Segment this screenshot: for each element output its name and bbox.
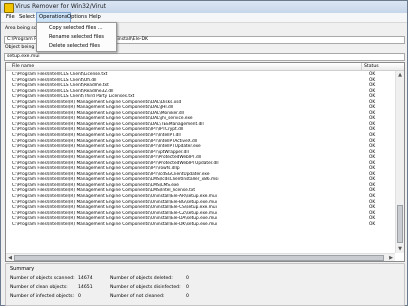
scroll-right-arrow-icon[interactable]: ▶	[387, 254, 395, 261]
infected-label: Number of infected objects:	[10, 294, 75, 299]
column-header-status[interactable]: Status	[364, 64, 379, 69]
scroll-left-arrow-icon[interactable]: ◀	[6, 254, 14, 261]
menu-help[interactable]: Help	[87, 13, 103, 22]
notcleaned-value: 0	[186, 294, 189, 299]
status-cell: OK	[369, 221, 376, 227]
deleted-value: 0	[186, 276, 189, 281]
scroll-up-arrow-icon[interactable]: ▲	[396, 71, 404, 79]
menu-select[interactable]: Select	[17, 13, 37, 22]
column-divider[interactable]	[361, 63, 362, 70]
object-value: setup.exe.mui	[7, 54, 40, 59]
object-field: setup.exe.mui	[4, 53, 405, 61]
scanned-label: Number of objects scanned:	[10, 276, 75, 281]
scroll-down-arrow-icon[interactable]: ▼	[396, 245, 404, 253]
disinfected-value: 0	[186, 285, 189, 290]
summary-title: Summary	[10, 266, 35, 272]
menu-copy-selected[interactable]: Copy selected files ...	[49, 24, 103, 32]
file-list[interactable]: File name Status C:\Program Files\Intel\…	[5, 62, 405, 262]
column-header-file[interactable]: File name	[12, 64, 34, 69]
menu-options[interactable]: Options	[65, 13, 89, 22]
horizontal-scroll-thumb[interactable]	[14, 255, 384, 261]
vertical-scroll-thumb[interactable]	[397, 205, 403, 243]
app-window: Virus Remover for Win32/Virut File Selec…	[0, 0, 408, 306]
menu-file[interactable]: File	[4, 13, 17, 22]
operations-dropdown: Copy selected files ... Rename selected …	[36, 22, 117, 52]
list-rows: C:\Program Files\Intel\ICLS Client\Licen…	[6, 72, 395, 227]
list-header: File name Status	[6, 63, 404, 71]
notcleaned-label: Number of not cleaned:	[110, 294, 165, 299]
window-title: Virus Remover for Win32/Virut	[15, 3, 107, 10]
table-row[interactable]: C:\Program Files\Intel\Intel(R) Manageme…	[6, 222, 395, 228]
scanned-value: 14674	[78, 276, 93, 281]
menu-delete-selected[interactable]: Delete selected files	[49, 42, 100, 50]
vertical-scrollbar[interactable]: ▲ ▼	[395, 71, 404, 253]
app-icon	[4, 3, 14, 13]
horizontal-scrollbar[interactable]: ◀ ▶	[6, 253, 395, 261]
disinfected-label: Number of objects disinfected:	[110, 285, 181, 290]
summary-panel: Summary Number of objects scanned: 14674…	[5, 263, 405, 306]
deleted-label: Number of objects deleted:	[110, 276, 173, 281]
infected-value: 0	[78, 294, 81, 299]
area-label: Area being sc	[5, 26, 37, 31]
menu-rename-selected[interactable]: Rename selected files	[49, 33, 104, 41]
clean-label: Number of clean objects:	[10, 285, 68, 290]
file-name-cell: C:\Program Files\Intel\Intel(R) Manageme…	[12, 221, 218, 227]
clean-value: 14651	[78, 285, 93, 290]
object-label: Object being s	[5, 45, 39, 50]
